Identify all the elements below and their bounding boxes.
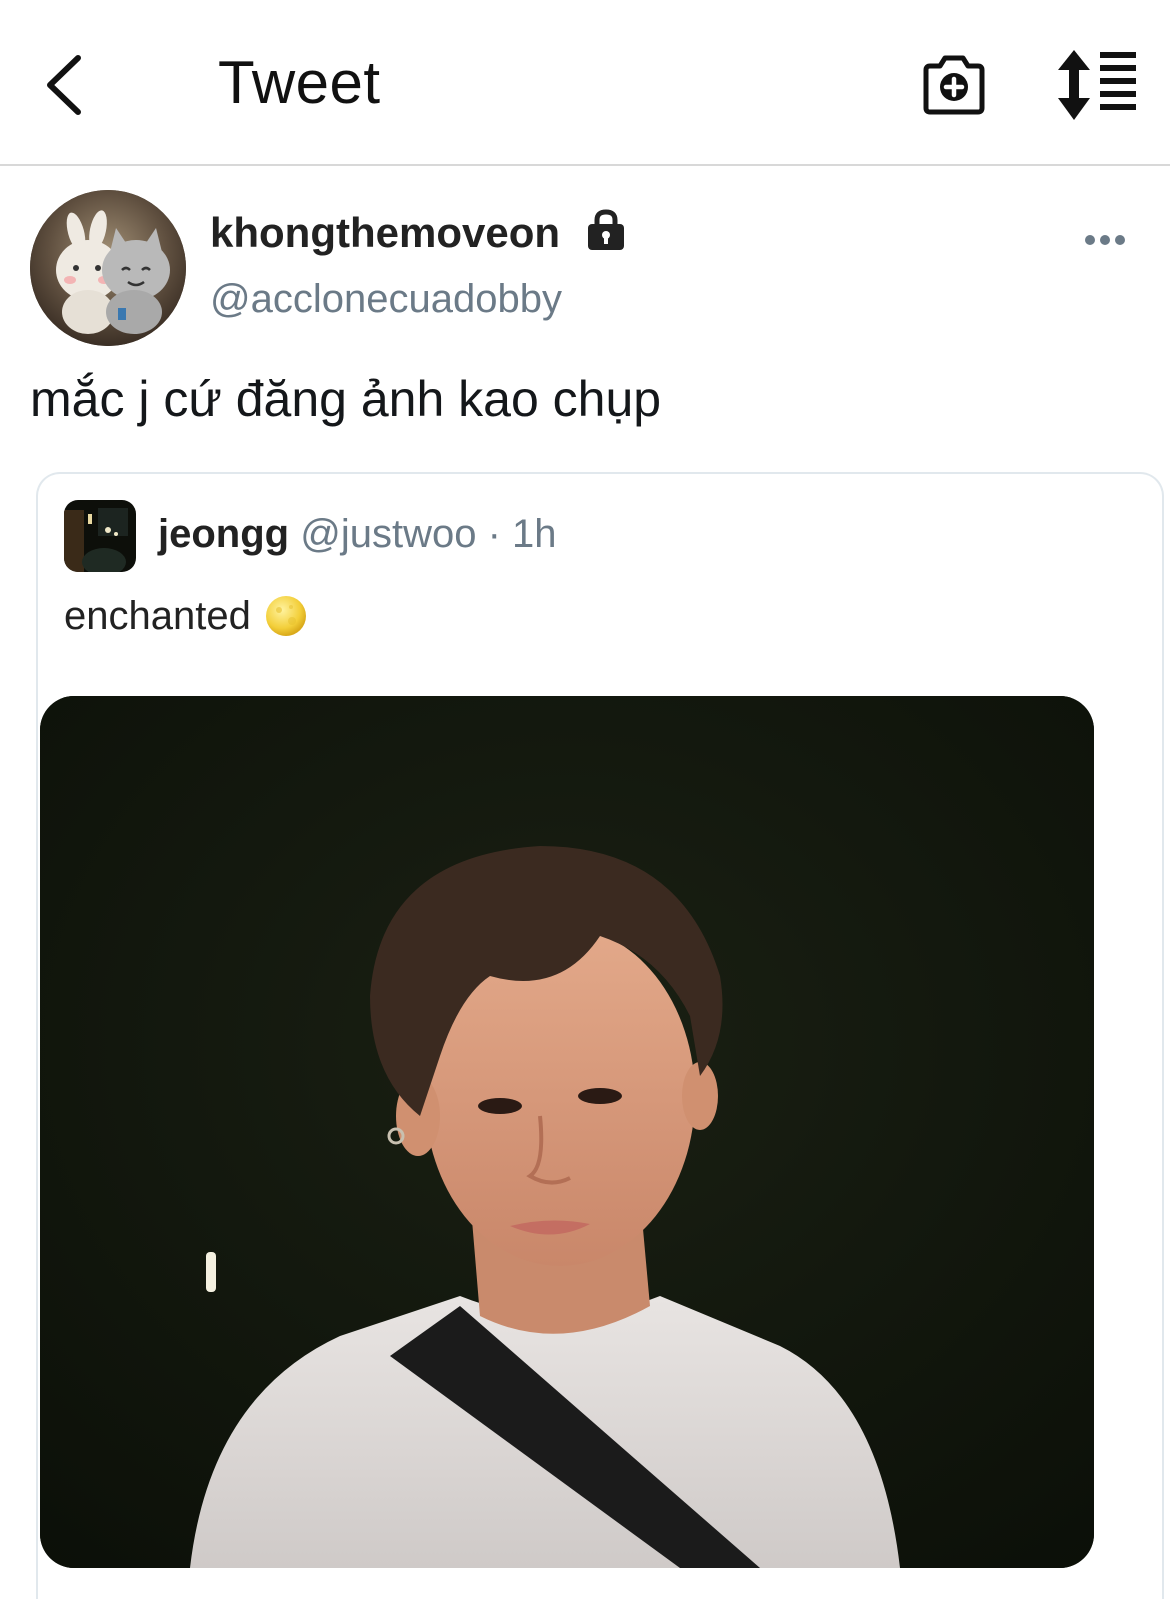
meta-separator: · [487,512,501,556]
quoted-tweet-timestamp[interactable]: 1h [512,512,557,556]
page-title: Tweet [218,49,381,116]
quoted-author-display-name[interactable]: jeongg [158,512,289,556]
camera-button[interactable] [918,48,990,120]
author-avatar[interactable] [30,190,186,346]
tweet-text: mắc j cứ đăng ảnh kao chụp [30,371,662,427]
portrait-photo-image [40,696,1094,1568]
quoted-tweet-meta: jeongg @justwoo · 1h [158,508,557,560]
quoted-tweet-card[interactable]: jeongg @justwoo · 1h enchanted [36,472,1164,1599]
top-nav-bar: Tweet [0,0,1170,166]
quoted-tweet-photo[interactable] [40,696,1094,1568]
sort-list-icon [1058,50,1136,120]
full-moon-emoji-icon [265,596,306,636]
quoted-tweet-text: enchanted [64,594,251,638]
night-scene-avatar-image [64,500,136,572]
camera-plus-icon [923,55,985,115]
lock-icon [588,209,624,250]
sort-button[interactable] [1058,48,1140,120]
quoted-author-handle[interactable]: @justwoo [300,512,476,556]
back-button[interactable] [30,40,110,130]
more-horizontal-icon [1085,235,1125,245]
quoted-author-avatar[interactable] [64,500,136,572]
author-display-name[interactable]: khongthemoveon [210,208,560,258]
chevron-left-icon [47,55,81,115]
author-handle[interactable]: @acclonecuadobby [210,274,562,324]
more-options-button[interactable] [1080,222,1140,258]
quoted-tweet-text-row: enchanted [64,590,307,642]
plush-toys-avatar-image [30,190,186,346]
